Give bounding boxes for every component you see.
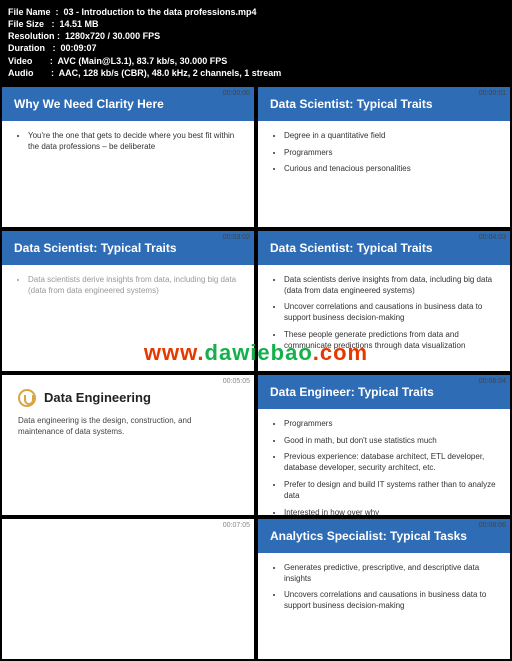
slide-8[interactable]: 00:08:06 Analytics Specialist: Typical T…	[258, 519, 510, 659]
timestamp: 00:03:02	[223, 234, 250, 241]
slide-body: Data scientists derive insights from dat…	[2, 265, 254, 371]
slide-5[interactable]: 00:05:05 Data Engineering Data engineeri…	[2, 375, 254, 515]
meta-filesize: File Size : 14.51 MB	[8, 18, 504, 30]
slide-title: Why We Need Clarity Here	[2, 87, 254, 121]
timestamp: 00:04:03	[479, 234, 506, 241]
slide-body: Data Engineering Data engineering is the…	[2, 375, 254, 515]
bullet: Uncover correlations and causations in b…	[284, 302, 496, 324]
bullet: Degree in a quantitative field	[284, 131, 496, 142]
file-metadata: File Name : 03 - Introduction to the dat…	[0, 0, 512, 85]
meta-duration: Duration : 00:09:07	[8, 42, 504, 54]
bullet: Data scientists derive insights from dat…	[284, 275, 496, 297]
slide-grid: 00:00:00 Why We Need Clarity Here You're…	[0, 85, 512, 661]
bullet: Programmers	[284, 148, 496, 159]
bullet: Prefer to design and build IT systems ra…	[284, 480, 496, 502]
bullet: Interested in how over why	[284, 508, 496, 515]
bullet: Previous experience: database architect,…	[284, 452, 496, 474]
bullet: Generates predictive, prescriptive, and …	[284, 563, 496, 585]
slide-title: Analytics Specialist: Typical Tasks	[258, 519, 510, 553]
slide-body: Degree in a quantitative field Programme…	[258, 121, 510, 227]
bullet: You're the one that gets to decide where…	[28, 131, 240, 153]
timestamp: 00:06:04	[479, 378, 506, 385]
slide-1[interactable]: 00:00:00 Why We Need Clarity Here You're…	[2, 87, 254, 227]
slide-title: Data Engineer: Typical Traits	[258, 375, 510, 409]
timestamp: 00:08:06	[479, 522, 506, 529]
slide-3[interactable]: 00:03:02 Data Scientist: Typical Traits …	[2, 231, 254, 371]
bullet: Programmers	[284, 419, 496, 430]
bullet: Curious and tenacious personalities	[284, 164, 496, 175]
data-engineering-icon	[18, 389, 36, 407]
slide-2[interactable]: 00:00:01 Data Scientist: Typical Traits …	[258, 87, 510, 227]
slide-title: Data Scientist: Typical Traits	[258, 87, 510, 121]
meta-filename: File Name : 03 - Introduction to the dat…	[8, 6, 504, 18]
timestamp: 00:05:05	[223, 378, 250, 385]
meta-video: Video : AVC (Main@L3.1), 83.7 kb/s, 30.0…	[8, 55, 504, 67]
bullet: Uncovers correlations and causations in …	[284, 590, 496, 612]
slide-title: Data Scientist: Typical Traits	[2, 231, 254, 265]
slide-body: Programmers Good in math, but don't use …	[258, 409, 510, 515]
meta-audio: Audio : AAC, 128 kb/s (CBR), 48.0 kHz, 2…	[8, 67, 504, 79]
slide-7[interactable]: 00:07:05	[2, 519, 254, 659]
bullet: Good in math, but don't use statistics m…	[284, 436, 496, 447]
slide-6[interactable]: 00:06:04 Data Engineer: Typical Traits P…	[258, 375, 510, 515]
bullet: Data scientists derive insights from dat…	[28, 275, 240, 297]
slide-title: Data Scientist: Typical Traits	[258, 231, 510, 265]
slide-body: Generates predictive, prescriptive, and …	[258, 553, 510, 659]
timestamp: 00:00:01	[479, 90, 506, 97]
timestamp: 00:07:05	[223, 522, 250, 529]
bullet: These people generate predictions from d…	[284, 330, 496, 352]
meta-resolution: Resolution : 1280x720 / 30.000 FPS	[8, 30, 504, 42]
timestamp: 00:00:00	[223, 90, 250, 97]
slide-4[interactable]: 00:04:03 Data Scientist: Typical Traits …	[258, 231, 510, 371]
slide-body: Data scientists derive insights from dat…	[258, 265, 510, 371]
slide-body: You're the one that gets to decide where…	[2, 121, 254, 227]
slide-title: Data Engineering	[44, 390, 151, 405]
slide-description: Data engineering is the design, construc…	[18, 415, 238, 437]
